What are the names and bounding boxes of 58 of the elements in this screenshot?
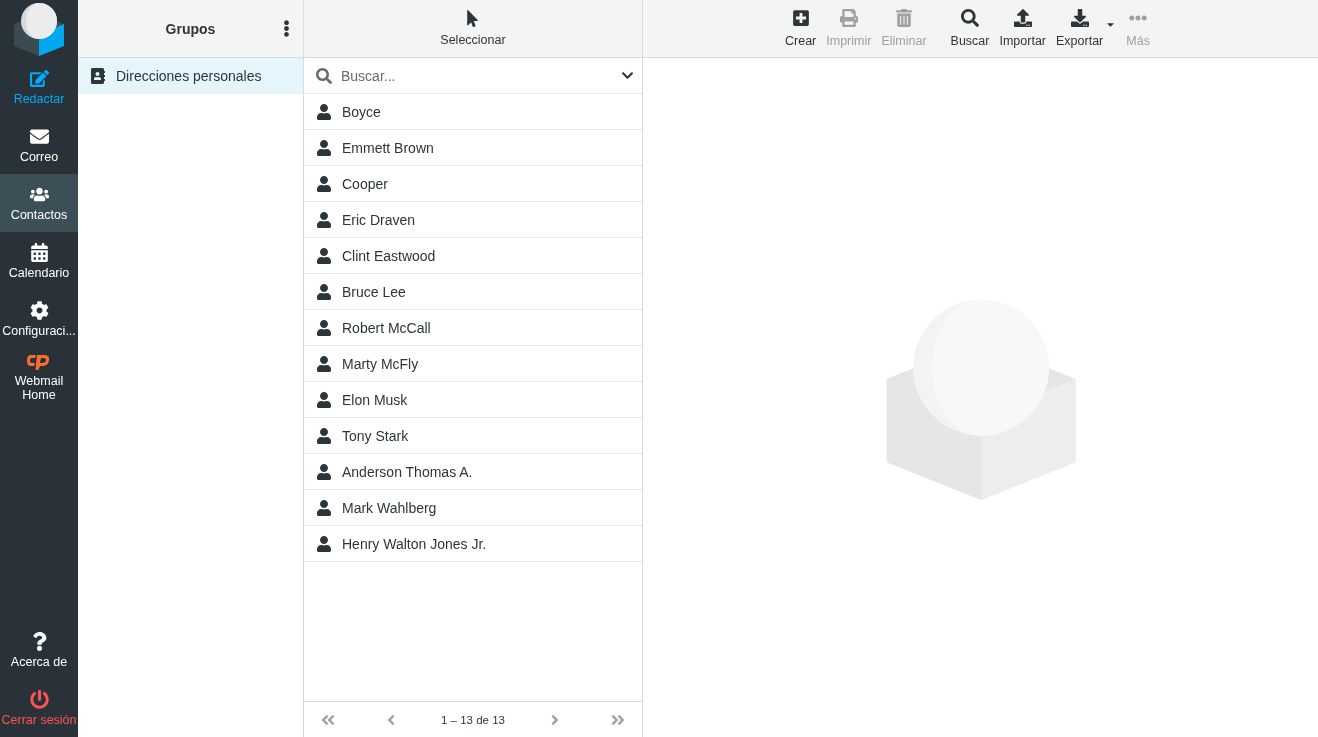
contact-row[interactable]: Cooper xyxy=(304,166,642,202)
contact-row[interactable]: Emmett Brown xyxy=(304,130,642,166)
contact-row[interactable]: Boyce xyxy=(304,94,642,130)
select-button[interactable]: Seleccionar xyxy=(436,4,510,53)
contact-row[interactable]: Marty McFly xyxy=(304,346,642,382)
export-button[interactable]: Exportar xyxy=(1052,3,1108,54)
nav-item[interactable]: Calendario xyxy=(0,232,78,290)
contact-row[interactable]: Henry Walton Jones Jr. xyxy=(304,526,642,562)
groups-title: Grupos xyxy=(164,20,217,37)
calendar-icon xyxy=(29,242,49,262)
download-icon xyxy=(1070,9,1089,27)
compose-icon xyxy=(29,68,49,88)
logout-icon xyxy=(29,689,49,709)
contact-row[interactable]: Anderson Thomas A. xyxy=(304,454,642,490)
contact-row[interactable]: Bruce Lee xyxy=(304,274,642,310)
nav-item[interactable]: Webmail Home xyxy=(0,348,78,406)
person-icon xyxy=(316,247,332,264)
search-field[interactable]: Buscar... xyxy=(339,66,614,85)
person-icon xyxy=(316,463,332,480)
trash-icon xyxy=(895,9,913,27)
nav-item[interactable]: Acerca de xyxy=(0,621,78,679)
contact-row[interactable]: Robert McCall xyxy=(304,310,642,346)
page-count: 1 – 13 de 13 xyxy=(441,713,505,726)
person-icon xyxy=(316,139,332,156)
person-icon xyxy=(316,103,332,120)
person-icon xyxy=(316,175,332,192)
settings-icon xyxy=(29,300,49,320)
import-button[interactable]: Importar xyxy=(995,3,1050,54)
contact-row[interactable]: Eric Draven xyxy=(304,202,642,238)
contact-row[interactable]: Tony Stark xyxy=(304,418,642,454)
person-icon xyxy=(316,427,332,444)
nav-item[interactable]: Redactar xyxy=(0,58,78,116)
person-icon xyxy=(316,499,332,516)
person-icon xyxy=(316,283,332,300)
search-icon xyxy=(961,9,979,27)
chevron-down-icon[interactable] xyxy=(621,69,634,82)
search-icon xyxy=(316,67,332,84)
group-item[interactable]: Direcciones personales xyxy=(78,58,303,94)
contact-row[interactable]: Mark Wahlberg xyxy=(304,490,642,526)
upload-icon xyxy=(1013,9,1032,27)
contact-row[interactable]: Elon Musk xyxy=(304,382,642,418)
address-book-icon xyxy=(90,68,106,84)
person-icon xyxy=(316,211,332,228)
person-icon xyxy=(316,391,332,408)
printer-icon xyxy=(839,9,858,27)
contact-row[interactable]: Clint Eastwood xyxy=(304,238,642,274)
nav-item[interactable]: Contactos xyxy=(0,174,78,232)
app-logo xyxy=(12,2,66,56)
create-button[interactable]: Crear xyxy=(781,3,821,54)
search-button[interactable]: Buscar xyxy=(946,3,994,54)
cpanel-logo-icon xyxy=(27,352,51,370)
person-icon xyxy=(316,535,332,552)
person-icon xyxy=(316,319,332,336)
nav-item[interactable]: Cerrar sesión xyxy=(0,679,78,737)
nav-item[interactable]: Correo xyxy=(0,116,78,174)
mail-icon xyxy=(29,126,49,146)
person-icon xyxy=(316,355,332,372)
nav-item[interactable]: Configuraci... xyxy=(0,290,78,348)
